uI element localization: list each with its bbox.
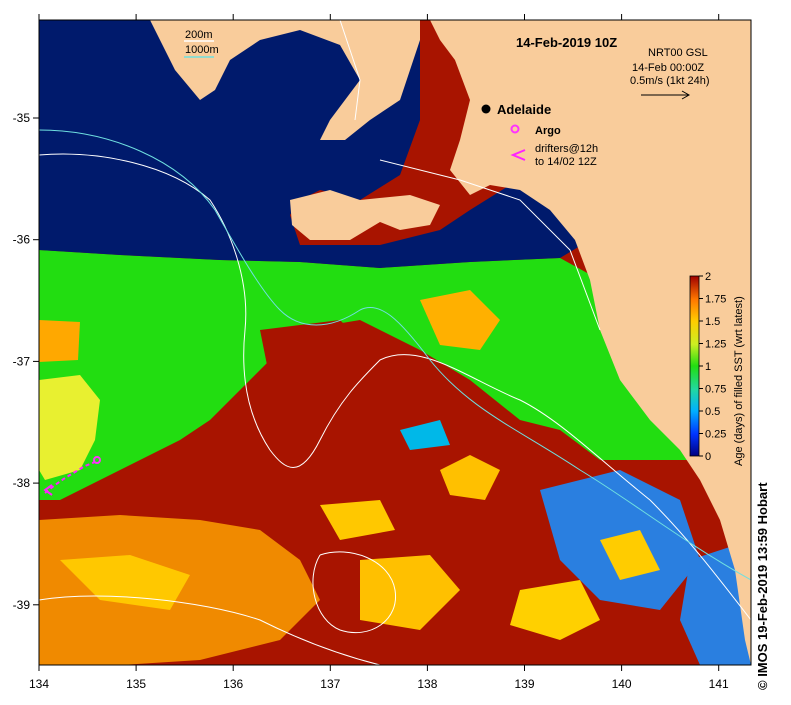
lat-tick-label: -39 xyxy=(13,598,31,612)
lon-tick-label: 141 xyxy=(709,677,729,691)
city-label: Adelaide xyxy=(497,102,551,117)
drifter-legend-label-2: to 14/02 12Z xyxy=(535,156,597,168)
lat-tick-label: -36 xyxy=(13,233,31,247)
colorbar xyxy=(689,275,700,457)
colorbar-label: Age (days) of filled SST (wrt latest) xyxy=(733,296,745,466)
map-title: 14-Feb-2019 10Z xyxy=(516,35,617,50)
colorbar-tick-label: 1.5 xyxy=(705,316,720,328)
lon-tick-label: 136 xyxy=(223,677,243,691)
colorbar-tick-label: 1 xyxy=(705,361,711,373)
contour-1000m-label: 1000m xyxy=(185,44,219,56)
colorbar-tick-label: 2 xyxy=(705,271,711,283)
argo-legend-label: Argo xyxy=(535,125,561,137)
lon-tick-label: 135 xyxy=(126,677,146,691)
colorbar-tick-label: 0.25 xyxy=(705,429,726,441)
lon-tick-label: 137 xyxy=(320,677,340,691)
colorbar-tick-label: 0.5 xyxy=(705,406,720,418)
lon-tick-label: 134 xyxy=(29,677,49,691)
lon-tick-label: 139 xyxy=(514,677,534,691)
sst-age-map: 14-Feb-2019 10Z NRT00 GSL 14-Feb 00:00Z … xyxy=(0,0,791,700)
sst-patch-orange xyxy=(39,320,80,362)
colorbar-tick-label: 1.25 xyxy=(705,339,726,351)
product-label: NRT00 GSL xyxy=(648,47,708,59)
valid-time-label: 14-Feb 00:00Z xyxy=(632,62,704,74)
latitude-axis: -35 -36 -37 -38 -39 xyxy=(13,111,39,612)
drifter-legend-label-1: drifters@12h xyxy=(535,143,598,155)
vector-scale-label: 0.5m/s (1kt 24h) xyxy=(630,75,709,87)
lat-tick-label: -37 xyxy=(13,354,31,368)
contour-200m-label: 200m xyxy=(185,29,213,41)
colorbar-tick-label: 0 xyxy=(705,451,711,463)
colorbar-tick-label: 0.75 xyxy=(705,384,726,396)
lon-tick-label: 140 xyxy=(612,677,632,691)
lat-tick-label: -35 xyxy=(13,111,31,125)
lon-tick-label: 138 xyxy=(417,677,437,691)
colorbar-tick-label: 1.75 xyxy=(705,294,726,306)
map-area xyxy=(39,20,751,665)
lat-tick-label: -38 xyxy=(13,476,31,490)
credit-text: © IMOS 19-Feb-2019 13:59 Hobart xyxy=(755,482,770,690)
adelaide-marker xyxy=(481,104,491,114)
